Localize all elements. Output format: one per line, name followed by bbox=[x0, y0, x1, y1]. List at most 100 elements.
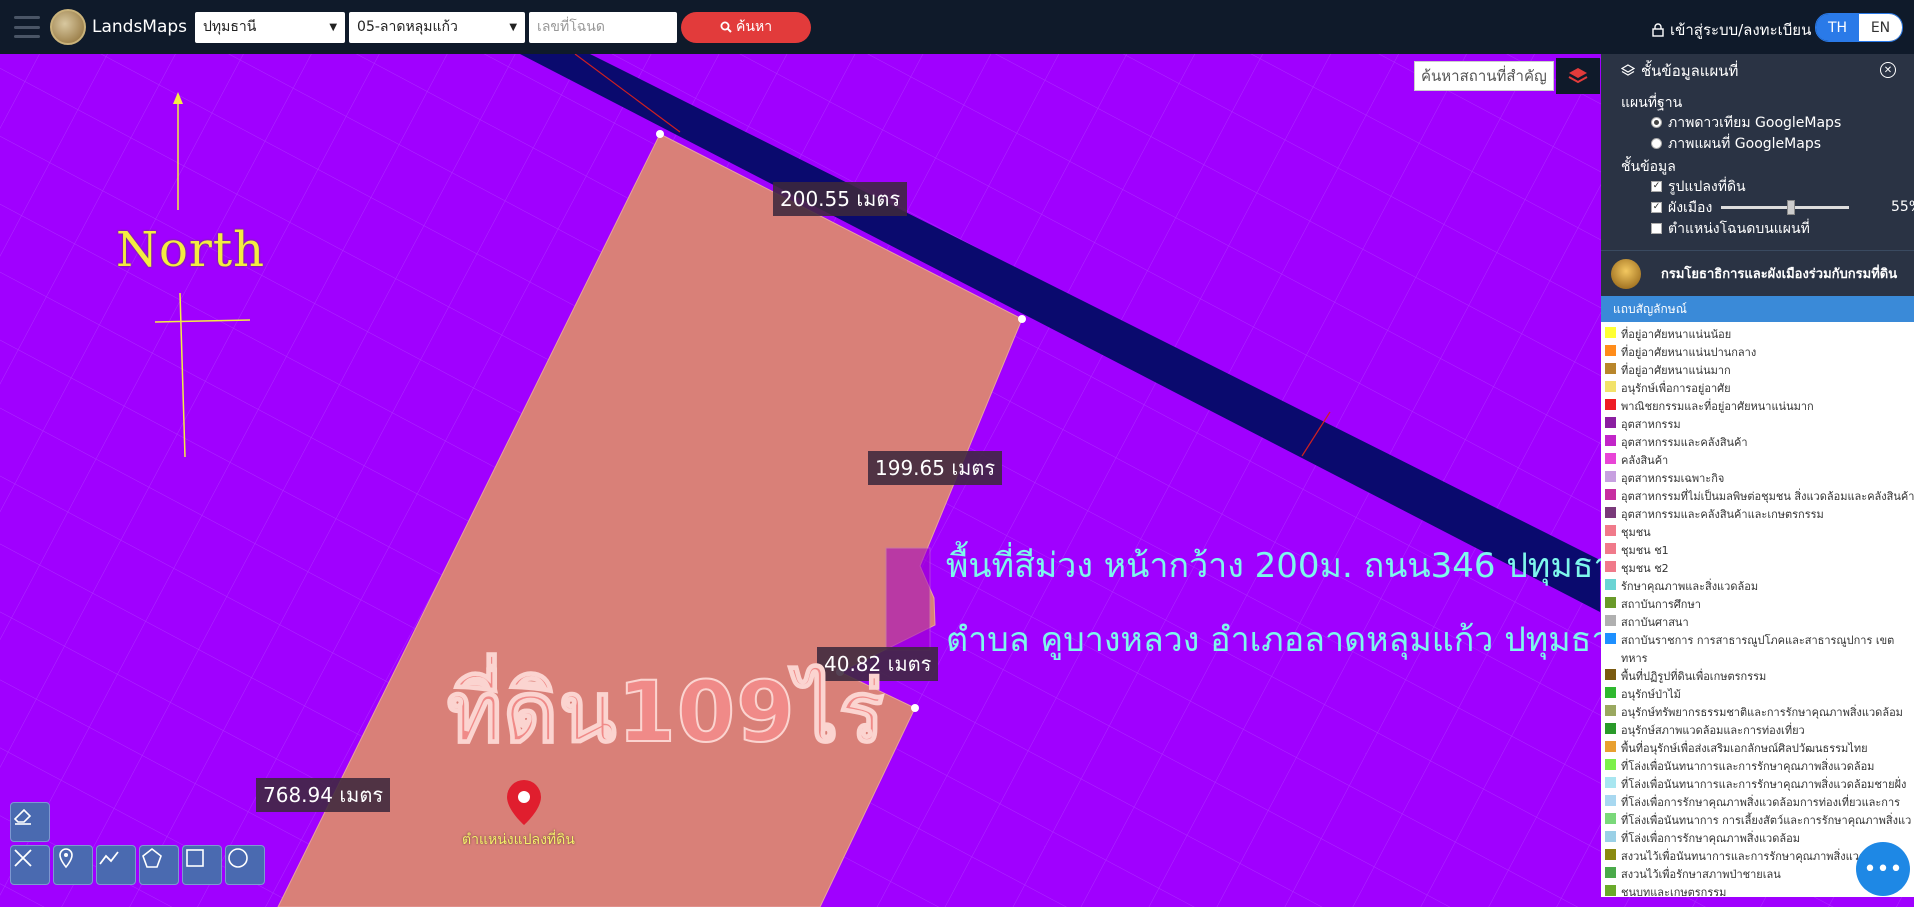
legend-label: สถาบันการศึกษา bbox=[1621, 598, 1701, 611]
legend-item: ที่อยู่อาศัยหนาแน่นปานกลาง bbox=[1601, 343, 1914, 361]
land-size-title: ที่ดิน109ไร่ bbox=[446, 662, 886, 762]
layer-deed-location[interactable]: ตำแหน่งโฉนดบนแผนที่ bbox=[1601, 218, 1914, 239]
legend-swatch bbox=[1605, 831, 1616, 842]
search-button[interactable]: ค้นหา bbox=[681, 11, 812, 43]
district-select[interactable]: 05-ลาดหลุมแก้ว ▼ bbox=[349, 11, 526, 43]
department-banner: กรมโยธาธิการและผังเมืองร่วมกับกรมที่ดิน bbox=[1601, 250, 1914, 296]
parcel-vertex[interactable] bbox=[656, 130, 664, 138]
layers-toggle-button[interactable] bbox=[1556, 58, 1600, 94]
rectangle-icon bbox=[186, 849, 204, 867]
parcel-vertex[interactable] bbox=[1018, 315, 1026, 323]
polygon-icon bbox=[142, 847, 162, 868]
legend-item: ที่โล่งเพื่อนันทนาการและการรักษาคุณภาพสิ… bbox=[1601, 757, 1914, 775]
basemap-option-roadmap[interactable]: ภาพแผนที่ GoogleMaps bbox=[1601, 133, 1914, 154]
legend-swatch bbox=[1605, 435, 1616, 446]
legend-item: อุตสาหกรรมและคลังสินค้าและเกษตรกรรม bbox=[1601, 505, 1914, 523]
lang-th-button[interactable]: TH bbox=[1816, 14, 1859, 41]
layer-parcel[interactable]: ✓ รูปแปลงที่ดิน bbox=[1601, 176, 1914, 197]
lang-en-button[interactable]: EN bbox=[1859, 14, 1902, 41]
legend-swatch bbox=[1605, 471, 1616, 482]
legend-swatch bbox=[1605, 705, 1616, 716]
province-select[interactable]: ปทุมธานี ▼ bbox=[195, 11, 346, 43]
login-label: เข้าสู่ระบบ/ลงทะเบียน bbox=[1670, 21, 1812, 39]
parcel-vertex[interactable] bbox=[911, 704, 919, 712]
north-label: North bbox=[116, 222, 266, 278]
brand-name: LandsMaps bbox=[92, 17, 188, 37]
legend-item: พื้นที่ปฏิรูปที่ดินเพื่อเกษตรกรรม bbox=[1601, 667, 1914, 685]
place-search-placeholder: ค้นหาสถานที่สำคัญ bbox=[1421, 67, 1547, 85]
legend-item: สถาบันศาสนา bbox=[1601, 613, 1914, 631]
legend-label: สงวนไว้เพื่อนันทนาการและการรักษาคุณภาพสิ… bbox=[1621, 850, 1887, 863]
legend-label: ชุมชน ช1 bbox=[1621, 544, 1669, 557]
legend-label: อุตสาหกรรมที่ไม่เป็นมลพิษต่อชุมชน สิ่งแว… bbox=[1621, 490, 1914, 503]
measurement-label: 768.94 เมตร bbox=[256, 778, 391, 812]
legend-item: พื้นที่อนุรักษ์เพื่อส่งเสริมเอกลักษณ์ศิล… bbox=[1601, 739, 1914, 757]
login-link[interactable]: เข้าสู่ระบบ/ลงทะเบียน bbox=[1652, 18, 1811, 42]
close-icon[interactable]: ✕ bbox=[1880, 62, 1896, 78]
legend-swatch bbox=[1605, 543, 1616, 554]
basemap-section-title: แผนที่ฐาน bbox=[1621, 95, 1683, 111]
chat-button[interactable]: ••• bbox=[1856, 842, 1910, 896]
legend-swatch bbox=[1605, 669, 1616, 680]
legend-item: อุตสาหกรรมและคลังสินค้า bbox=[1601, 433, 1914, 451]
legend-label: สงวนไว้เพื่อรักษาสภาพป่าชายเลน bbox=[1621, 868, 1781, 881]
legend-swatch bbox=[1605, 525, 1616, 536]
legend-label: ที่โล่งเพื่อนันทนาการและการรักษาคุณภาพสิ… bbox=[1621, 760, 1875, 773]
legend-label: อนุรักษ์สภาพแวดล้อมและการท่องเที่ยว bbox=[1621, 724, 1805, 737]
eraser-tool[interactable] bbox=[10, 802, 50, 842]
layer-cityplan[interactable]: ✓ ผังเมือง 55% bbox=[1601, 197, 1914, 218]
legend-label: ที่โล่งเพื่อนันทนาการและการรักษาคุณภาพสิ… bbox=[1621, 778, 1907, 791]
polygon-tool[interactable] bbox=[139, 845, 179, 885]
layer-label: รูปแปลงที่ดิน bbox=[1668, 178, 1746, 195]
checkbox-unchecked[interactable] bbox=[1651, 223, 1662, 234]
polyline-icon bbox=[99, 851, 119, 865]
opacity-slider[interactable] bbox=[1721, 200, 1849, 215]
checkbox-checked[interactable]: ✓ bbox=[1651, 181, 1662, 192]
legend-swatch bbox=[1605, 741, 1616, 752]
basemap-option-satellite[interactable]: ภาพดาวเทียม GoogleMaps bbox=[1601, 112, 1914, 133]
radio-selected[interactable] bbox=[1651, 117, 1662, 128]
legend-label: อุตสาหกรรม bbox=[1621, 418, 1681, 431]
search-icon bbox=[720, 21, 732, 33]
checkbox-checked[interactable]: ✓ bbox=[1651, 202, 1662, 213]
circle-icon bbox=[228, 848, 248, 868]
legend-item: สถาบันการศึกษา bbox=[1601, 595, 1914, 613]
layer-panel: ชั้นข้อมูลแผนที่ ✕ แผนที่ฐาน ภาพดาวเทียม… bbox=[1601, 54, 1914, 907]
map-marker-icon bbox=[59, 848, 73, 869]
district-select-value: 05-ลาดหลุมแก้ว bbox=[357, 19, 458, 35]
marker-tool[interactable] bbox=[53, 845, 93, 885]
legend-swatch bbox=[1605, 849, 1616, 860]
legend-label: อุตสาหกรรมและคลังสินค้าและเกษตรกรรม bbox=[1621, 508, 1824, 521]
legend-label: ชนบทและเกษตรกรรม bbox=[1621, 886, 1727, 897]
province-select-value: ปทุมธานี bbox=[203, 19, 257, 35]
legend-label: ที่โล่งเพื่อการรักษาคุณภาพสิ่งแวดล้อมการ… bbox=[1621, 796, 1901, 809]
legend-label: อนุรักษ์ทรัพยากรธรรมชาติและการรักษาคุณภา… bbox=[1621, 706, 1903, 719]
deed-number-input[interactable]: เลขที่โฉนด bbox=[529, 11, 678, 43]
basemap-option-label: ภาพแผนที่ GoogleMaps bbox=[1668, 135, 1822, 152]
radio-unselected[interactable] bbox=[1651, 138, 1662, 149]
polyline-tool[interactable] bbox=[96, 845, 136, 885]
opacity-slider-thumb[interactable] bbox=[1787, 200, 1796, 215]
legend-item: ที่โล่งเพื่อนันทนาการและการรักษาคุณภาพสิ… bbox=[1601, 775, 1914, 793]
menu-icon[interactable] bbox=[14, 16, 40, 38]
legend-list: ที่อยู่อาศัยหนาแน่นน้อย ที่อยู่อาศัยหนาแน… bbox=[1601, 322, 1914, 897]
legend-label: ที่โล่งเพื่อนันทนาการ การเลี้ยงสัตว์และก… bbox=[1621, 814, 1912, 827]
legend-item: ชุมชน ช1 bbox=[1601, 541, 1914, 559]
legend-swatch bbox=[1605, 507, 1616, 518]
legend-item: ชุมชน bbox=[1601, 523, 1914, 541]
legend-item: อุตสาหกรรมที่ไม่เป็นมลพิษต่อชุมชน สิ่งแว… bbox=[1601, 487, 1914, 505]
place-search-input[interactable]: ค้นหาสถานที่สำคัญ bbox=[1414, 61, 1554, 91]
legend-item: คลังสินค้า bbox=[1601, 451, 1914, 469]
legend-label: ที่โล่งเพื่อการรักษาคุณภาพสิ่งแวดล้อม bbox=[1621, 832, 1800, 845]
ruler-tool[interactable] bbox=[10, 845, 50, 885]
legend-label: ชุมชน ช2 bbox=[1621, 562, 1669, 575]
pin-label: ตำแหน่งแปลงที่ดิน bbox=[462, 832, 575, 848]
layer-label: ผังเมือง bbox=[1668, 199, 1713, 216]
legend-swatch bbox=[1605, 723, 1616, 734]
circle-tool[interactable] bbox=[225, 845, 265, 885]
legend-item: ที่โล่งเพื่อการรักษาคุณภาพสิ่งแวดล้อมการ… bbox=[1601, 793, 1914, 811]
legend-swatch bbox=[1605, 687, 1616, 698]
rectangle-tool[interactable] bbox=[182, 845, 222, 885]
legend-label: อนุรักษ์ป่าไม้ bbox=[1621, 688, 1681, 701]
layers-section-title: ชั้นข้อมูล bbox=[1621, 159, 1676, 175]
